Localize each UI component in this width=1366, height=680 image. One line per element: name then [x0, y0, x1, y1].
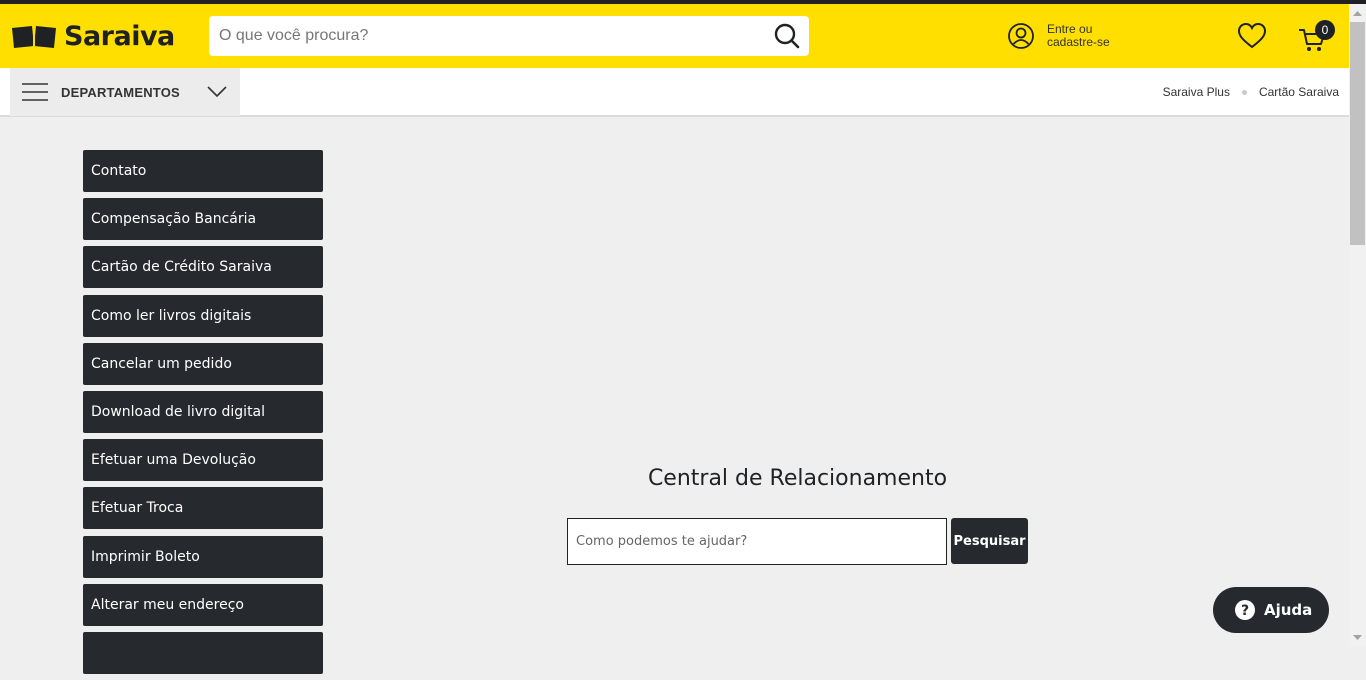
search-input[interactable] — [209, 16, 769, 56]
book-logo-icon — [12, 26, 56, 48]
nav-link-cartao-saraiva[interactable]: Cartão Saraiva — [1259, 85, 1339, 99]
menu-item-compensacao-bancaria[interactable]: Compensação Bancária — [83, 198, 323, 241]
help-search-input[interactable] — [567, 518, 947, 565]
separator-dot — [1241, 89, 1247, 95]
account-login[interactable]: Entre ou cadastre-se — [1007, 20, 1110, 52]
page-title: Central de Relacionamento — [647, 466, 948, 491]
departments-menu-button[interactable]: DEPARTAMENTOS — [10, 68, 240, 116]
hamburger-icon — [22, 83, 48, 101]
user-icon — [1008, 23, 1034, 49]
scroll-thumb[interactable] — [1350, 22, 1365, 245]
heart-icon[interactable] — [1237, 22, 1267, 50]
departments-label: DEPARTAMENTOS — [61, 85, 180, 100]
scroll-down-arrow-icon[interactable] — [1349, 629, 1366, 646]
cart-button[interactable]: 0 — [1297, 20, 1337, 54]
menu-item-download-livro[interactable]: Download de livro digital — [83, 390, 323, 433]
account-line2: cadastre-se — [1047, 35, 1110, 49]
menu-item-troca[interactable]: Efetuar Troca — [83, 487, 323, 530]
menu-item-devolucao[interactable]: Efetuar uma Devolução — [83, 439, 323, 482]
svg-text:?: ? — [1241, 603, 1249, 619]
account-text: Entre ou cadastre-se — [1047, 23, 1110, 49]
search-icon[interactable] — [773, 22, 801, 50]
chevron-down-icon — [207, 86, 227, 98]
logo-text: Saraiva — [64, 20, 175, 52]
menu-item-endereco[interactable]: Alterar meu endereço — [83, 583, 323, 626]
site-header: Saraiva Entre ou cadastre-se 0 — [0, 4, 1349, 68]
nav-link-saraiva-plus[interactable]: Saraiva Plus — [1163, 85, 1230, 99]
help-side-menu: Contato Compensação Bancária Cartão de C… — [83, 150, 323, 680]
scroll-up-arrow-icon[interactable] — [1349, 4, 1366, 21]
nav-bar: DEPARTAMENTOS Saraiva Plus Cartão Saraiv… — [0, 68, 1349, 117]
menu-item-boleto[interactable]: Imprimir Boleto — [83, 535, 323, 578]
search-box — [209, 16, 809, 56]
cart-count-badge: 0 — [1315, 20, 1335, 40]
help-chat-label: Ajuda — [1264, 601, 1313, 619]
question-icon: ? — [1235, 600, 1255, 620]
menu-item-contato[interactable]: Contato — [83, 150, 323, 192]
menu-item-livros-digitais[interactable]: Como ler livros digitais — [83, 294, 323, 337]
help-chat-button[interactable]: ? Ajuda — [1213, 587, 1329, 633]
menu-item-cartao-credito[interactable]: Cartão de Crédito Saraiva — [83, 246, 323, 289]
saraiva-logo[interactable]: Saraiva — [10, 20, 175, 52]
page-scrollbar[interactable] — [1349, 4, 1366, 646]
nav-links: Saraiva Plus Cartão Saraiva — [1163, 85, 1339, 99]
menu-item-cutoff[interactable] — [83, 631, 323, 674]
menu-item-cancelar-pedido[interactable]: Cancelar um pedido — [83, 342, 323, 385]
pesquisar-button[interactable]: Pesquisar — [951, 518, 1028, 564]
